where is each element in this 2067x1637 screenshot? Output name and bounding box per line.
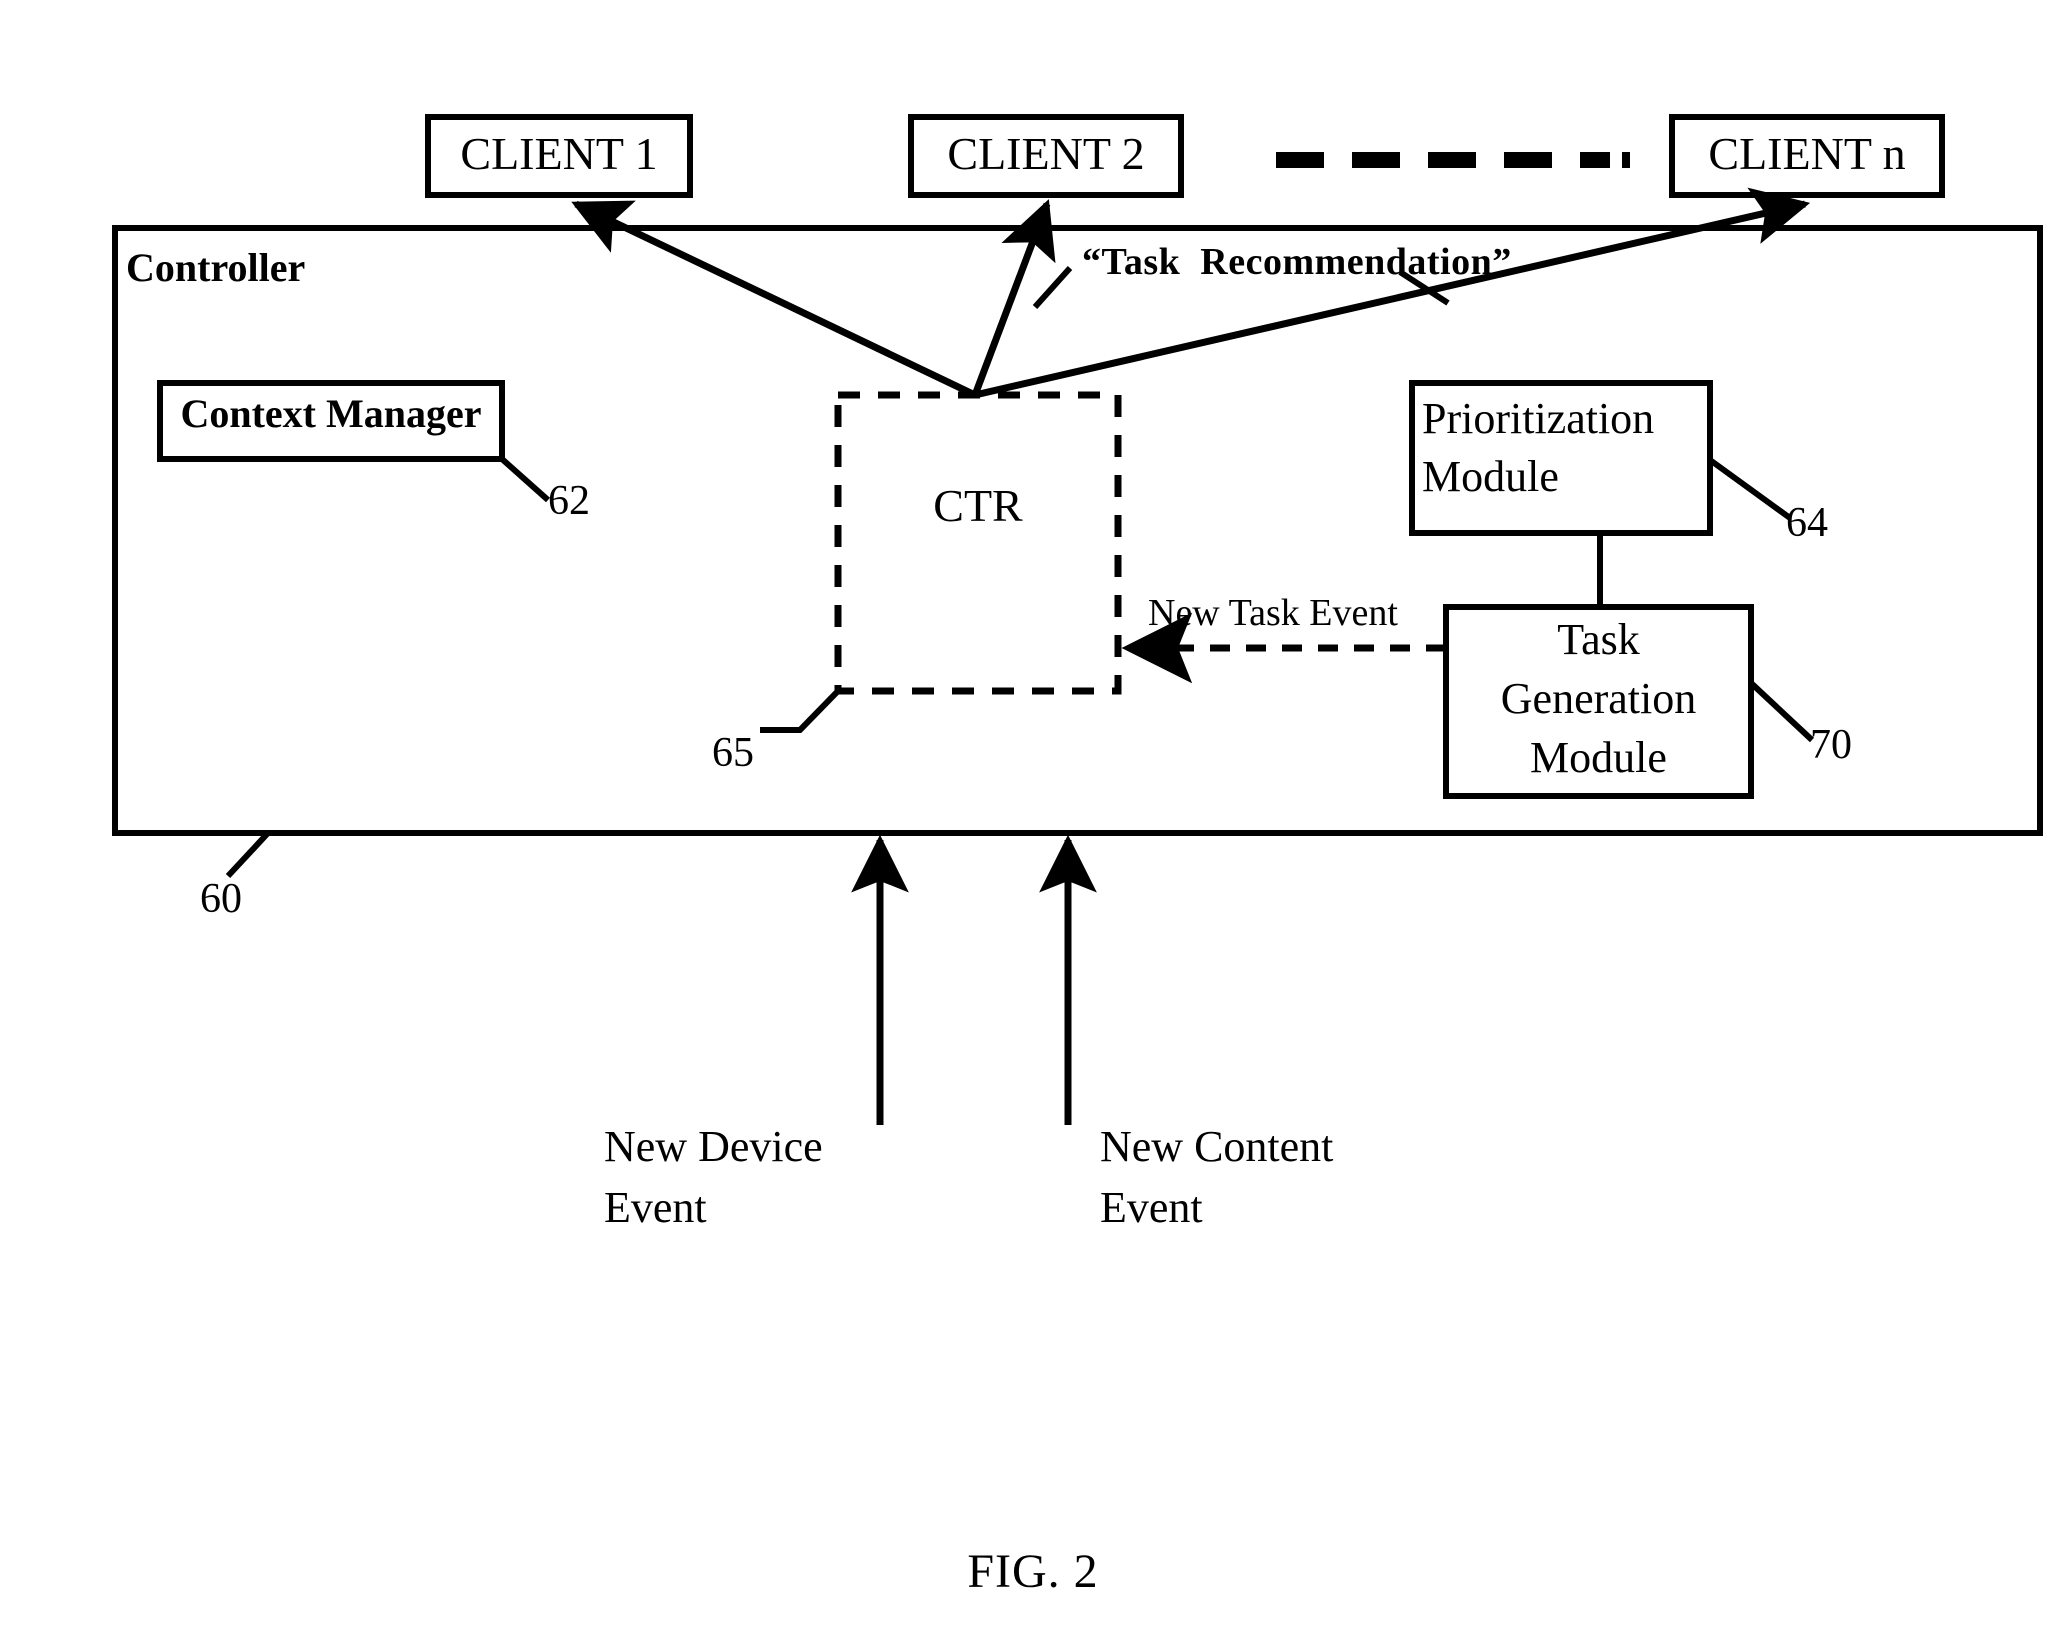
client-2-label: CLIENT 2 — [947, 128, 1145, 179]
ref-numeral-70: 70 — [1810, 722, 1852, 768]
leader-line-60 — [225, 830, 271, 879]
new-content-event-label-line2: Event — [1100, 1183, 1203, 1232]
prioritization-module-label-line1: Prioritization — [1422, 394, 1655, 443]
leader-line-70 — [1748, 680, 1815, 743]
ref-numeral-60: 60 — [200, 876, 242, 922]
leader-line-65 — [760, 688, 841, 733]
ref-numeral-65: 65 — [712, 730, 754, 776]
task-generation-module-label-line1: Task — [1557, 615, 1640, 664]
new-device-event-label-line1: New Device — [604, 1122, 823, 1171]
patent-figure-page: CLIENT 1 CLIENT 2 CLIENT n Controller Co… — [0, 0, 2067, 1637]
leader-line-62 — [500, 456, 550, 503]
task-recommendation-leader-left — [1032, 265, 1073, 310]
client-1-label: CLIENT 1 — [460, 128, 658, 179]
figure-caption: FIG. 2 — [967, 1545, 1099, 1598]
ctr-box — [834, 391, 1122, 695]
ctr-to-client-1-arrow — [571, 200, 977, 399]
context-manager-label: Context Manager — [180, 391, 482, 436]
ctr-to-client-2-arrow — [971, 199, 1056, 397]
task-recommendation-label: “Task Recommendation” — [1082, 241, 1512, 283]
client-n-label: CLIENT n — [1708, 128, 1906, 179]
ctr-to-client-n-arrow — [974, 187, 1811, 399]
leader-line-64 — [1708, 457, 1792, 521]
controller-label: Controller — [126, 245, 306, 290]
new-task-event-label: New Task Event — [1148, 592, 1398, 634]
ctr-label: CTR — [933, 480, 1023, 531]
task-generation-module-label-line2: Generation — [1500, 674, 1697, 723]
new-content-event-label-line1: New Content — [1100, 1122, 1334, 1171]
diagram-canvas — [112, 114, 2043, 1125]
prioritization-module-label-line2: Module — [1422, 452, 1559, 501]
ref-numeral-64: 64 — [1786, 500, 1828, 546]
task-generation-module-label-line3: Module — [1530, 733, 1667, 782]
new-device-event-label-line2: Event — [604, 1183, 707, 1232]
ref-numeral-62: 62 — [548, 478, 590, 524]
